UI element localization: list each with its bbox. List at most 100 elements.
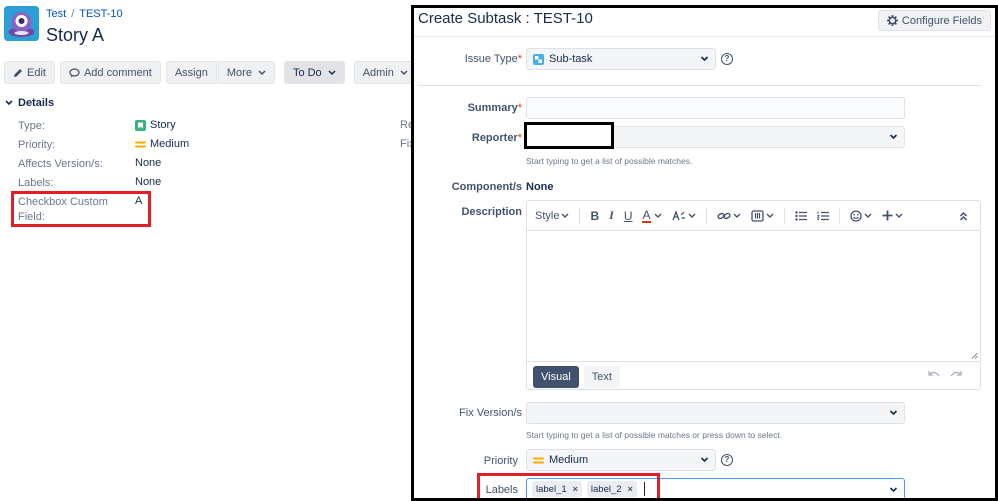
story-icon (135, 119, 146, 131)
issue-type-label: Issue Type* (418, 53, 522, 65)
field-label: Affects Version/s: (18, 158, 103, 170)
fix-versions-hint: Start typing to get a list of possible m… (526, 430, 783, 440)
issue-toolbar: Edit Add comment Assign More To Do Admin (4, 61, 417, 85)
chevron-down-icon (258, 69, 266, 75)
chevron-down-icon (700, 457, 709, 463)
reporter-hint: Start typing to get a list of possible m… (526, 156, 693, 166)
bullet-list-icon (794, 210, 807, 221)
undo-icon[interactable] (928, 370, 940, 379)
issue-view: Test / TEST-10 Story A Edit Add comment As… (0, 0, 417, 501)
breadcrumb: Test / TEST-10 (46, 8, 123, 20)
field-label: Labels: (18, 177, 54, 189)
details-section-toggle[interactable]: Details (5, 97, 54, 109)
gear-icon (886, 15, 898, 26)
breadcrumb-issue-key-link[interactable]: TEST-10 (79, 8, 122, 20)
chevron-down-icon (561, 213, 569, 218)
italic-button[interactable]: I (609, 208, 614, 223)
label-text: Summary (467, 102, 518, 114)
field-value-type: Story (135, 119, 176, 131)
assign-button-label: Assign (174, 66, 208, 79)
link-button[interactable] (716, 211, 741, 221)
text-effects-button[interactable] (671, 210, 696, 221)
plus-icon (882, 210, 892, 221)
section-divider (418, 85, 981, 86)
edit-button[interactable]: Edit (4, 61, 55, 84)
assign-button[interactable]: Assign (165, 61, 217, 84)
status-todo-button[interactable]: To Do (283, 61, 345, 84)
configure-fields-button[interactable]: Configure Fields (877, 10, 991, 31)
pencil-icon (14, 68, 22, 77)
bullet-list-button[interactable] (794, 210, 807, 221)
project-avatar-icon[interactable] (4, 6, 39, 41)
configure-fields-label: Configure Fields (901, 14, 982, 27)
summary-input[interactable] (526, 97, 905, 119)
help-icon[interactable]: ? (721, 454, 733, 466)
admin-button-label: Admin (362, 66, 394, 79)
style-label: Style (535, 209, 560, 222)
style-dropdown[interactable]: Style (535, 210, 569, 222)
priority-medium-icon (533, 457, 544, 463)
text-color-button[interactable]: A (642, 209, 661, 223)
toolbar-divider (579, 207, 581, 224)
chevron-down-icon (895, 213, 902, 218)
chevron-down-icon (688, 213, 695, 218)
help-icon[interactable]: ? (721, 53, 733, 65)
add-comment-button[interactable]: Add comment (59, 61, 161, 84)
dialog-title: Create Subtask : TEST-10 (418, 10, 593, 27)
chevron-down-icon (733, 213, 740, 218)
more-button[interactable]: More (217, 61, 275, 84)
redaction-box (524, 122, 614, 149)
chevron-down-icon (654, 213, 661, 218)
collapse-toolbar-button[interactable] (959, 211, 968, 221)
chevron-down-icon (889, 410, 898, 416)
fix-versions-select[interactable] (526, 402, 905, 424)
summary-label: Summary* (418, 102, 522, 114)
reporter-label: Reporter* (418, 132, 522, 144)
chevron-down-icon (889, 134, 898, 140)
attachment-button[interactable] (750, 209, 774, 222)
priority-select[interactable]: Medium (526, 449, 716, 471)
bold-button[interactable]: B (590, 209, 599, 223)
emoji-icon (849, 209, 862, 222)
chevron-down-icon (328, 69, 336, 75)
editor-mode-bar: Visual Text (527, 362, 980, 391)
issue-type-select[interactable]: Sub-task (526, 48, 716, 70)
add-comment-button-label: Add comment (83, 66, 152, 79)
underline-button[interactable]: U (624, 209, 633, 223)
components-value: None (526, 181, 554, 193)
text-effects-icon (671, 210, 685, 221)
priority-medium-icon (135, 141, 146, 147)
subtask-icon (533, 53, 544, 65)
numbered-list-button[interactable] (816, 211, 829, 221)
components-label: Component/s (451, 181, 522, 193)
emoji-button[interactable] (849, 209, 872, 222)
redo-icon[interactable] (950, 370, 962, 379)
link-icon (716, 212, 731, 219)
chevron-down-icon (5, 100, 13, 106)
admin-button[interactable]: Admin (353, 61, 417, 84)
double-chevron-up-icon (959, 211, 968, 221)
header-divider (414, 36, 995, 37)
editor-toolbar: Style B I U A (527, 201, 980, 231)
insert-more-button[interactable] (882, 210, 903, 221)
visual-mode-tab[interactable]: Visual (533, 365, 579, 388)
more-button-label: More (226, 66, 252, 79)
details-heading: Details (18, 97, 55, 109)
toolbar-divider (783, 207, 785, 224)
priority-label: Priority (483, 455, 518, 467)
priority-value: Medium (549, 454, 589, 466)
highlight-box (11, 191, 151, 227)
attachment-icon (750, 209, 764, 222)
field-value-text: None (135, 176, 162, 188)
description-textarea[interactable] (527, 231, 980, 362)
field-value-text: Story (150, 119, 176, 131)
chevron-down-icon (700, 56, 709, 62)
breadcrumb-project-link[interactable]: Test (46, 8, 66, 20)
chevron-down-icon (864, 213, 871, 218)
comment-icon (69, 67, 80, 77)
required-marker: * (517, 102, 522, 114)
resize-handle-icon[interactable] (971, 352, 978, 359)
breadcrumb-separator: / (71, 8, 75, 20)
text-mode-tab[interactable]: Text (583, 365, 620, 388)
field-value-text: None (135, 157, 162, 169)
